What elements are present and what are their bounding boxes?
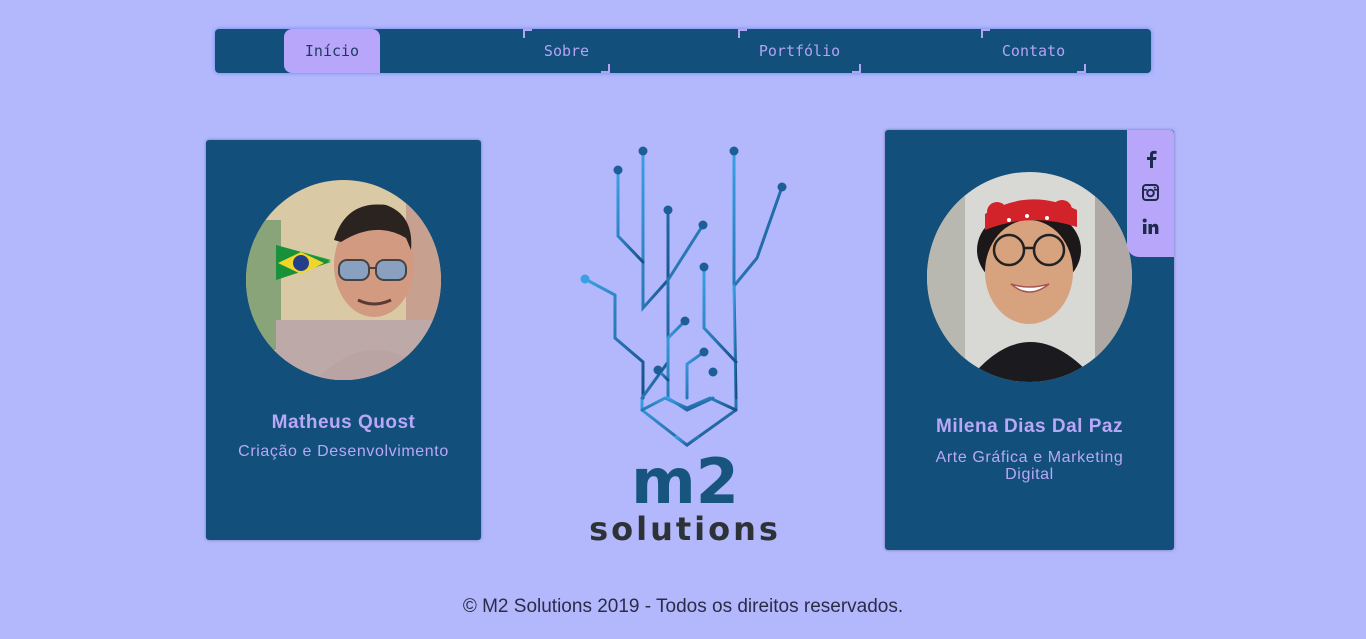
corner-decoration: [738, 29, 747, 38]
footer-copyright: © M2 Solutions 2019 - Todos os direitos …: [462, 596, 904, 617]
social-links: [1127, 130, 1174, 257]
circuit-pencil-logo: m2 solutions: [580, 146, 787, 548]
logo-wordmark-m2: m2: [631, 445, 739, 518]
corner-decoration: [1077, 64, 1086, 73]
team-card-matheus: Matheus Quost Criação e Desenvolvimento: [206, 140, 481, 540]
corner-decoration: [601, 64, 610, 73]
nav-item-sobre[interactable]: Sobre: [523, 29, 610, 73]
page: Início Sobre Portfólio Contato Matheus Q…: [0, 0, 1366, 639]
logo-wordmark-solutions: solutions: [589, 510, 781, 548]
instagram-icon[interactable]: [1127, 180, 1174, 204]
corner-decoration: [523, 29, 532, 38]
corner-decoration: [981, 29, 990, 38]
nav-item-label: Portfólio: [758, 42, 841, 60]
nav-item-inicio[interactable]: Início: [284, 29, 380, 73]
nav-item-portfolio[interactable]: Portfólio: [738, 29, 861, 73]
member-role: Arte Gráfica e Marketing Digital: [935, 449, 1124, 483]
member-role: Criação e Desenvolvimento: [238, 443, 449, 460]
member-name: Matheus Quost: [271, 412, 416, 433]
corner-decoration: [852, 64, 861, 73]
m2-solutions-logo: m2 solutions: [570, 140, 800, 550]
nav-item-contato[interactable]: Contato: [981, 29, 1086, 73]
nav-item-label: Contato: [1001, 42, 1066, 60]
main-navigation: Início Sobre Portfólio Contato: [215, 29, 1151, 73]
linkedin-icon[interactable]: [1127, 214, 1174, 238]
avatar-photo: [927, 172, 1132, 382]
member-name: Milena Dias Dal Paz: [936, 416, 1123, 437]
nav-item-label: Sobre: [543, 42, 590, 60]
avatar: [927, 172, 1132, 382]
avatar-photo: [246, 180, 441, 380]
facebook-icon[interactable]: [1127, 147, 1174, 171]
avatar: [246, 180, 441, 380]
nav-item-label: Início: [304, 42, 360, 60]
